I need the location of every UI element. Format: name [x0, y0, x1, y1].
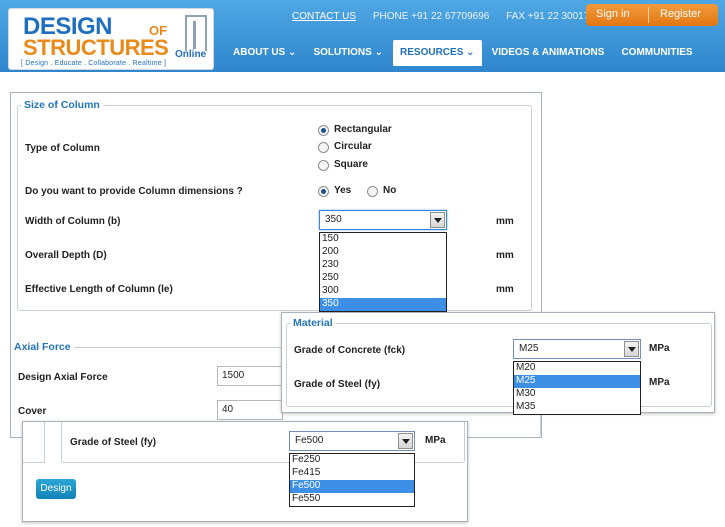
chevron-down-icon[interactable]: [624, 341, 639, 357]
concrete-unit: MPa: [649, 343, 670, 354]
auth-buttons: Sign in Register: [586, 4, 718, 26]
material-legend: Material: [290, 317, 336, 329]
cover-input[interactable]: 40: [217, 400, 283, 420]
effective-length-label: Effective Length of Column (le): [25, 284, 173, 295]
site-logo[interactable]: DESIGN OF STRUCTURES Online [ Design . E…: [8, 8, 214, 70]
steel-popup: Grade of Steel (fy) Fe500 MPa Fe250 Fe41…: [22, 421, 468, 522]
width-option-350[interactable]: 350: [320, 298, 446, 311]
nav-communities[interactable]: COMMUNITIES: [614, 40, 699, 66]
radio-square[interactable]: [318, 160, 329, 171]
steel-popup-unit: MPa: [425, 435, 446, 446]
depth-unit: mm: [496, 250, 514, 261]
grade-of-concrete-label: Grade of Concrete (fck): [294, 345, 406, 356]
main-nav: ABOUT US ⌄ SOLUTIONS ⌄ RESOURCES ⌄ VIDEO…: [226, 40, 700, 66]
option-no: No: [383, 185, 397, 196]
contact-us-link[interactable]: CONTACT US: [292, 11, 356, 22]
option-rectangular: Rectangular: [334, 124, 392, 135]
radio-rectangular[interactable]: [318, 125, 329, 136]
width-option-200[interactable]: 200: [320, 246, 446, 259]
material-popup: Material Grade of Concrete (fck) M25 MPa…: [281, 312, 715, 415]
concrete-dropdown-list: M20 M25 M30 M35: [513, 361, 641, 415]
steel-selected-value: Fe500: [295, 435, 324, 446]
option-circular: Circular: [334, 141, 372, 152]
steel-grade-label: Grade of Steel (fy): [70, 437, 157, 448]
option-yes: Yes: [334, 185, 352, 196]
steel-option-fe250[interactable]: Fe250: [290, 454, 414, 467]
size-of-column-fieldset: Size of Column: [17, 99, 532, 311]
option-square: Square: [334, 159, 368, 170]
concrete-option-m20[interactable]: M20: [514, 362, 640, 375]
concrete-selected-value: M25: [519, 343, 539, 354]
grade-of-steel-label: Grade of Steel (fy): [294, 379, 381, 390]
phone-text: PHONE +91 22 67709696: [372, 11, 490, 22]
nav-solutions[interactable]: SOLUTIONS ⌄: [306, 40, 390, 66]
column-dimensions-label: Do you want to provide Column dimensions…: [25, 186, 243, 197]
width-selected-value: 350: [325, 214, 342, 225]
radio-no[interactable]: [367, 186, 378, 197]
material-fieldset: Material: [286, 317, 712, 407]
grade-of-steel-select[interactable]: Fe500: [289, 431, 415, 451]
type-of-column-label: Type of Column: [25, 143, 100, 154]
nav-resources[interactable]: RESOURCES ⌄: [393, 40, 482, 66]
axial-force-legend: Axial Force: [11, 341, 74, 353]
building-icon: [185, 15, 207, 51]
steel-unit: MPa: [649, 377, 670, 388]
nav-about-us[interactable]: ABOUT US ⌄: [226, 40, 303, 66]
design-axial-force-label: Design Axial Force: [18, 372, 108, 383]
steel-option-fe500[interactable]: Fe500: [290, 480, 414, 493]
signin-link[interactable]: Sign in: [596, 8, 630, 20]
width-dropdown-list: 150 200 230 250 300 350: [319, 232, 447, 312]
length-unit: mm: [496, 284, 514, 295]
steel-option-fe550[interactable]: Fe550: [290, 493, 414, 506]
width-unit: mm: [496, 216, 514, 227]
top-links: CONTACT US PHONE +91 22 67709696 FAX +91…: [292, 11, 620, 22]
logo-line2: STRUCTURES: [23, 35, 169, 60]
chevron-down-icon[interactable]: [398, 433, 413, 449]
size-of-column-legend: Size of Column: [21, 99, 103, 111]
width-option-150[interactable]: 150: [320, 233, 446, 246]
width-option-300[interactable]: 300: [320, 285, 446, 298]
nav-videos-animations[interactable]: VIDEOS & ANIMATIONS: [485, 40, 612, 66]
steel-option-fe415[interactable]: Fe415: [290, 467, 414, 480]
width-of-column-select[interactable]: 350: [319, 210, 447, 230]
width-of-column-label: Width of Column (b): [25, 216, 121, 227]
overall-depth-label: Overall Depth (D): [25, 250, 107, 261]
concrete-option-m35[interactable]: M35: [514, 401, 640, 414]
concrete-option-m30[interactable]: M30: [514, 388, 640, 401]
site-header: DESIGN OF STRUCTURES Online [ Design . E…: [0, 0, 725, 72]
width-option-230[interactable]: 230: [320, 259, 446, 272]
concrete-option-m25[interactable]: M25: [514, 375, 640, 388]
grade-of-concrete-select[interactable]: M25: [513, 339, 641, 359]
logo-tagline: [ Design . Educate . Collaborate . Realt…: [21, 60, 167, 67]
steel-side-frame: [23, 422, 45, 463]
cover-label: Cover: [18, 406, 47, 417]
steel-dropdown-list: Fe250 Fe415 Fe500 Fe550: [289, 453, 415, 507]
radio-circular[interactable]: [318, 142, 329, 153]
auth-divider: [648, 7, 649, 23]
radio-yes[interactable]: [318, 186, 329, 197]
register-link[interactable]: Register: [660, 8, 701, 20]
design-button[interactable]: Design: [36, 479, 76, 499]
chevron-down-icon[interactable]: [430, 212, 445, 228]
width-option-250[interactable]: 250: [320, 272, 446, 285]
design-axial-force-input[interactable]: 1500: [217, 366, 283, 386]
